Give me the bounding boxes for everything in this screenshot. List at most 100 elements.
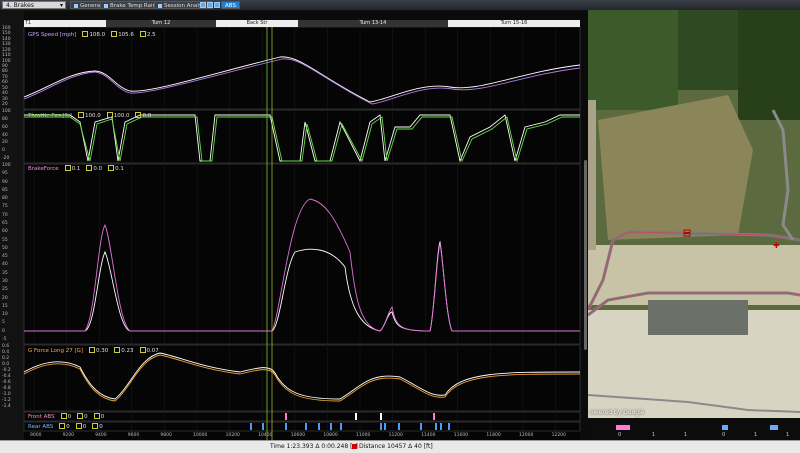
toolbar-icon-a[interactable] [200,2,206,8]
distance-readout: Distance 10457 Δ 40 [ft] [352,441,433,453]
y-tick-label: 150 [2,31,11,37]
y-tick-label: 40 [2,262,8,268]
glong-delta: 0.07 [146,347,159,354]
rear-abs-value-2: 0 [82,423,87,430]
throttle-value-2: 100.0 [113,112,130,119]
front-abs-event [355,413,357,420]
rear-abs-event [435,423,437,430]
section-t1[interactable]: T1 [24,20,32,27]
distance-marker-icon [352,444,357,449]
y-tick-label: 40 [2,132,8,138]
y-tick-label: 30 [2,96,8,102]
map-attribution: owered by Google [590,409,645,416]
y-tick-label: -0.8 [2,386,11,391]
y-tick-label: -0.6 [2,380,11,385]
y-tick-label: 0 [2,148,5,154]
speed-value-2: 105.6 [118,31,134,38]
x-tick-label: 11400 [421,433,436,438]
y-tick-label: 25 [2,287,8,293]
telemetry-plots[interactable] [0,27,584,440]
delta-icon [139,31,146,37]
y-tick-label: 110 [2,53,11,59]
speed-label: GPS Speed [mph] [28,31,77,38]
section-turn-15-16[interactable]: Turn 15-16 [448,20,580,27]
y-tick-label: 50 [2,85,8,91]
section-label: Turn 15-16 [500,20,528,26]
x-tick-label: 11200 [388,433,403,438]
tab-abs[interactable]: ABS [221,1,240,9]
y-tick-label: 40 [2,91,8,97]
y-tick-label: 100 [2,109,11,114]
y-tick-label: 80 [2,69,8,75]
rear-abs-event [398,423,400,430]
tab-icon [158,3,162,8]
speed-label-row: GPS Speed [mph] 108.0 105.6 2.5 [28,31,162,38]
x-tick-label: 10200 [225,433,240,438]
rear-abs-swatch [722,425,728,430]
x-tick-label: 9600 [127,433,140,438]
section-turn-12[interactable]: Turn 12 [106,20,216,27]
value-icon [106,112,113,118]
brake-delta: 0.1 [115,165,124,172]
front-abs-value-1: 0 [67,413,72,420]
value-icon [59,423,66,429]
y-tick-label: 90 [2,179,8,185]
delta-icon [135,112,142,118]
delta-icon [92,423,99,429]
x-tick-label: 11000 [356,433,371,438]
delta-icon [139,347,146,353]
section-back-str[interactable]: Back Str [216,20,298,27]
x-tick-label: 10600 [290,433,306,438]
section-label: Back Str [246,20,268,26]
front-abs-event [285,413,287,420]
layout-dropdown[interactable]: 4. Brakes ▾ [2,1,66,9]
brake-label-row: BrakeForce 0.1 0.0 0.1 [28,165,130,172]
front-abs-swatch [616,425,630,430]
x-tick-label: 10400 [258,433,273,438]
front-abs-event [380,413,382,420]
throttle-label-row: Throttle Pos [%] 100.0 100.0 0.0 [28,112,157,119]
glong-value-2: 0.23 [121,347,134,354]
layout-dropdown-label: 4. Brakes [6,2,34,9]
toolbar-icon-c[interactable] [214,2,220,8]
value-icon [60,413,67,419]
section-turn-13-14[interactable]: Turn 13-14 [298,20,448,27]
y-tick-label: -1.4 [2,404,11,409]
status-bar: Time 1:23.393 Δ 0:00.248 [s] Distance 10… [0,440,800,453]
x-tick-label: 11800 [486,433,501,438]
rear-abs-label: Rear ABS [28,423,54,430]
y-tick-label: 60 [2,80,8,86]
rear-abs-event [250,423,252,430]
front-abs-count-3: 1 [684,432,688,438]
x-tick-label: 11600 [453,433,469,438]
y-tick-label: 0 [2,328,5,334]
front-abs-count: 0 [618,432,622,438]
rear-abs-event [262,423,264,430]
plot-scrollbar[interactable] [584,160,587,350]
track-map[interactable]: ✚ [588,10,800,418]
rear-abs-event [330,423,332,430]
rear-abs-event [384,423,386,430]
rear-abs-count: 0 [722,432,726,438]
throttle-value-1: 100.0 [84,112,101,119]
svg-text:✚: ✚ [773,241,780,250]
y-tick-label: 0.0 [2,362,10,367]
throttle-delta: 0.0 [142,112,152,119]
x-tick-label: 12000 [519,433,534,438]
value-icon [86,165,93,171]
rear-abs-count-3: 1 [786,432,790,438]
value-icon [77,112,84,118]
x-tick-label: 9000 [30,433,42,438]
front-abs-label-row: Front ABS 0 0 0 [28,413,110,420]
x-tick-label: 9800 [160,433,172,438]
throttle-label: Throttle Pos [%] [28,112,72,119]
rear-abs-label-row: Rear ABS 0 0 0 [28,423,109,430]
toolbar-icon-b[interactable] [207,2,213,8]
section-label: Turn 12 [151,20,171,26]
y-tick-label: 0.4 [2,350,10,355]
value-icon [75,423,82,429]
y-tick-label: 20 [2,140,8,146]
front-abs-count-2: 1 [652,432,656,438]
y-tick-label: 100 [2,163,11,168]
x-tick-label: 12200 [551,433,566,438]
